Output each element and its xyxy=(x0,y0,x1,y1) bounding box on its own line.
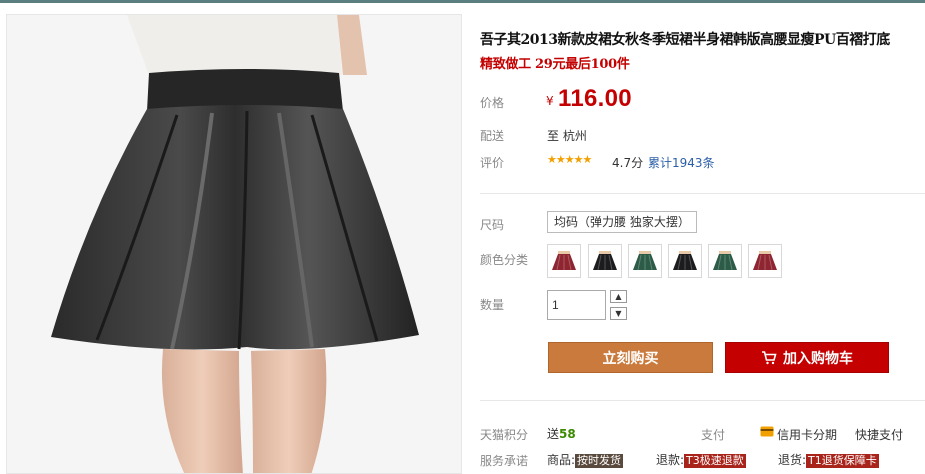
color-swatch[interactable] xyxy=(547,244,581,278)
size-option[interactable]: 均码（弹力腰 独家大摆） xyxy=(547,211,697,233)
credit-card-icon xyxy=(760,426,774,437)
skirt-thumbnail-icon xyxy=(552,251,576,271)
service-tag: T1退货保障卡 xyxy=(806,454,879,468)
skirt-thumbnail-icon xyxy=(673,251,697,271)
color-swatch[interactable] xyxy=(708,244,742,278)
add-to-cart-label: 加入购物车 xyxy=(783,350,853,367)
cart-icon xyxy=(762,350,777,364)
points-amount: 58 xyxy=(559,427,576,441)
service-item[interactable]: 商品: 按时发货 xyxy=(547,451,624,468)
price-value: 116.00 xyxy=(558,85,632,112)
credit-installment-link[interactable]: 信用卡分期 xyxy=(777,426,837,443)
currency-symbol: ¥ xyxy=(546,94,554,108)
divider xyxy=(480,193,925,194)
color-label: 颜色分类 xyxy=(480,253,529,267)
add-to-cart-button[interactable]: 加入购物车 xyxy=(725,342,889,373)
color-swatch[interactable] xyxy=(748,244,782,278)
color-swatch[interactable] xyxy=(628,244,662,278)
size-label: 尺码 xyxy=(480,218,505,232)
quantity-label: 数量 xyxy=(480,298,505,312)
skirt-thumbnail-icon xyxy=(593,251,617,271)
points-prefix: 送 xyxy=(547,427,560,441)
rating-label: 评价 xyxy=(480,156,505,170)
service-tag: T3极速退款 xyxy=(684,454,746,468)
buy-now-button[interactable]: 立刻购买 xyxy=(548,342,713,373)
rating-stars-icon: ★★★★★ xyxy=(547,153,592,166)
payment-label: 支付 xyxy=(701,428,726,442)
color-swatch[interactable] xyxy=(668,244,702,278)
divider xyxy=(480,400,925,401)
quantity-decrease-button[interactable]: ▼ xyxy=(610,307,627,320)
quantity-increase-button[interactable]: ▲ xyxy=(610,290,627,303)
product-main-image[interactable] xyxy=(6,14,462,474)
color-swatch[interactable] xyxy=(588,244,622,278)
points-value: 送58 xyxy=(547,425,576,442)
price-label: 价格 xyxy=(480,96,505,110)
service-item[interactable]: 退款: T3极速退款 xyxy=(656,451,746,468)
service-item[interactable]: 退货: T1退货保障卡 xyxy=(778,451,879,468)
service-prefix: 退货: xyxy=(778,453,807,467)
service-label: 服务承诺 xyxy=(480,454,529,468)
points-label: 天猫积分 xyxy=(480,428,529,442)
review-count-link[interactable]: 累计1943条 xyxy=(648,154,715,171)
product-subtitle: 精致做工 29元最后100件 xyxy=(480,57,630,72)
shipping-destination[interactable]: 至 杭州 xyxy=(547,127,587,144)
skirt-thumbnail-icon xyxy=(633,251,657,271)
skirt-photo xyxy=(7,15,461,473)
skirt-thumbnail-icon xyxy=(713,251,737,271)
skirt-thumbnail-icon xyxy=(753,251,777,271)
service-tag: 按时发货 xyxy=(575,454,624,468)
quick-pay-link[interactable]: 快捷支付 xyxy=(855,426,903,443)
quantity-input[interactable] xyxy=(547,290,606,320)
rating-score: 4.7分 xyxy=(612,156,644,170)
product-title: 吾子其2013新款皮裙女秋冬季短裙半身裙韩版高腰显瘦PU百褶打底 xyxy=(480,32,890,48)
service-prefix: 退款: xyxy=(656,453,685,467)
service-prefix: 商品: xyxy=(547,453,576,467)
shipping-label: 配送 xyxy=(480,129,505,143)
product-details: 吾子其2013新款皮裙女秋冬季短裙半身裙韩版高腰显瘦PU百褶打底 精致做工 29… xyxy=(480,0,925,474)
